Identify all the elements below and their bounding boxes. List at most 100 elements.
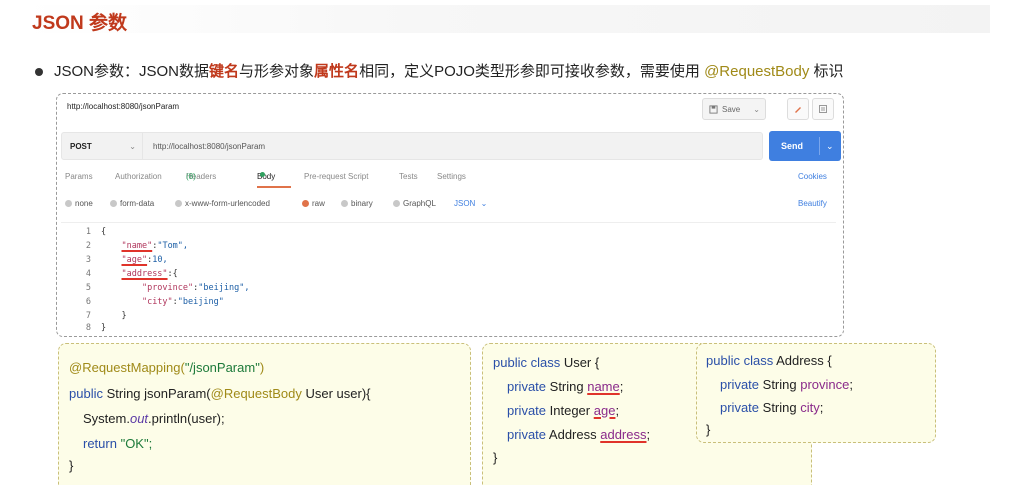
code-text: }: [493, 450, 498, 465]
keyword: private: [507, 379, 547, 394]
tab-params[interactable]: Params: [65, 172, 93, 181]
bullet-dot: [35, 68, 43, 76]
method-value: POST: [70, 141, 92, 151]
class-name: User {: [560, 355, 600, 370]
code-text: }: [706, 422, 711, 437]
json-value: "beijing": [177, 297, 224, 307]
bullet-part: 与形参对象: [239, 63, 315, 80]
keyword: return: [83, 436, 121, 451]
title-bar: [22, 5, 990, 33]
tab-tests[interactable]: Tests: [399, 172, 418, 181]
tab-authorization[interactable]: Authorization: [115, 172, 162, 181]
radio-binary[interactable]: binary: [341, 199, 373, 208]
keyword: public class: [493, 355, 561, 370]
code-line: public class Address {: [706, 353, 832, 368]
save-button[interactable]: Save ⌄: [702, 98, 766, 120]
annotation: @RequestBody: [210, 386, 302, 401]
line-number: 3: [85, 255, 91, 265]
chevron-down-icon[interactable]: ⌄: [826, 141, 834, 152]
json-key: "province": [141, 283, 194, 293]
code-line: private String name;: [507, 379, 623, 394]
type: Integer: [546, 403, 594, 418]
controller-code-card: @RequestMapping("/jsonParam") public Str…: [58, 343, 471, 485]
code-text: }: [101, 323, 107, 333]
radio-label: binary: [351, 199, 373, 208]
type: String: [759, 377, 801, 392]
bullet-part: 相同，定义POJO类型形参即可接收参数，需要使用: [359, 63, 705, 80]
line-number: 5: [85, 283, 91, 293]
code-line: 6 "city":"beijing": [61, 297, 224, 310]
radio-raw[interactable]: raw: [302, 199, 325, 208]
tab-settings[interactable]: Settings: [437, 172, 466, 181]
string-literal: "OK";: [120, 436, 153, 451]
code-text: }: [121, 311, 127, 321]
radio-icon: [110, 200, 117, 207]
documentation-button[interactable]: [812, 98, 834, 120]
chevron-down-icon: ⌄: [129, 141, 136, 151]
code-line: private String city;: [720, 400, 823, 415]
code-line: @RequestMapping("/jsonParam"): [69, 360, 264, 375]
code-line: }: [706, 422, 710, 437]
code-text: ;: [819, 400, 824, 415]
json-body-editor[interactable]: 1{ 2 "name":"Tom", 3 "age":10, 4 "addres…: [61, 222, 836, 334]
line-number: 7: [85, 311, 91, 321]
method-select[interactable]: POST ⌄: [61, 132, 143, 160]
code-line: private String province;: [720, 377, 853, 392]
active-tab-underline: [257, 186, 291, 188]
postman-panel: http://localhost:8080/jsonParam Save ⌄ P…: [56, 93, 844, 337]
format-value: JSON: [454, 199, 476, 208]
radio-urlencoded[interactable]: x-www-form-urlencoded: [175, 199, 270, 208]
code-line: public class User {: [493, 355, 599, 370]
code-line: private Integer age;: [507, 403, 619, 418]
type: String: [102, 386, 145, 401]
radio-graphql[interactable]: GraphQL: [393, 199, 436, 208]
send-button[interactable]: Send ⌄: [769, 131, 841, 161]
chevron-down-icon: ⌄: [478, 199, 488, 208]
bullet-part: JSON参数：JSON数据: [54, 63, 210, 80]
type: String: [546, 379, 588, 394]
class-name: Address {: [773, 353, 832, 368]
bullet-highlight-key: 键名: [209, 63, 240, 80]
code-line: 3 "age":10,: [61, 255, 168, 268]
tab-prerequest[interactable]: Pre-request Script: [304, 172, 368, 181]
format-select[interactable]: JSON ⌄: [454, 199, 487, 208]
request-tab-url[interactable]: http://localhost:8080/jsonParam: [67, 102, 179, 111]
type: Address: [546, 427, 601, 442]
chevron-down-icon[interactable]: ⌄: [753, 105, 760, 114]
cookies-link[interactable]: Cookies: [798, 172, 827, 181]
code-text: {: [101, 227, 107, 237]
tab-headers-count: (8): [186, 172, 196, 181]
code-line: 4 "address":{: [61, 269, 178, 282]
code-text: .println(user);: [148, 411, 225, 426]
radio-label: raw: [312, 199, 325, 208]
bullet-highlight-attr: 属性名: [314, 63, 360, 80]
send-divider: [819, 137, 820, 155]
code-text: System.: [83, 411, 130, 426]
radio-label: GraphQL: [403, 199, 436, 208]
radio-selected-icon: [302, 200, 309, 207]
radio-icon: [341, 200, 348, 207]
beautify-link[interactable]: Beautify: [798, 199, 827, 208]
keyword: private: [720, 400, 760, 415]
parameters: User user){: [301, 386, 371, 401]
edit-button[interactable]: [787, 98, 809, 120]
field-name: address: [600, 427, 647, 442]
radio-form-data[interactable]: form-data: [110, 199, 154, 208]
slide-title: JSON 参数: [32, 13, 128, 34]
radio-none[interactable]: none: [65, 199, 93, 208]
body-status-dot: [260, 172, 265, 177]
line-number: 8: [85, 323, 91, 333]
pencil-icon: [795, 107, 801, 113]
code-line: public String jsonParam(@RequestBody Use…: [69, 386, 371, 401]
code-line: System.out.println(user);: [83, 411, 225, 426]
url-value: http://localhost:8080/jsonParam: [153, 141, 266, 151]
keyword: public: [69, 386, 103, 401]
code-text: ;: [849, 377, 853, 392]
send-label: Send: [781, 141, 804, 151]
json-key: "address": [121, 269, 168, 279]
json-value: :{: [167, 269, 178, 279]
url-input[interactable]: http://localhost:8080/jsonParam: [143, 132, 763, 160]
